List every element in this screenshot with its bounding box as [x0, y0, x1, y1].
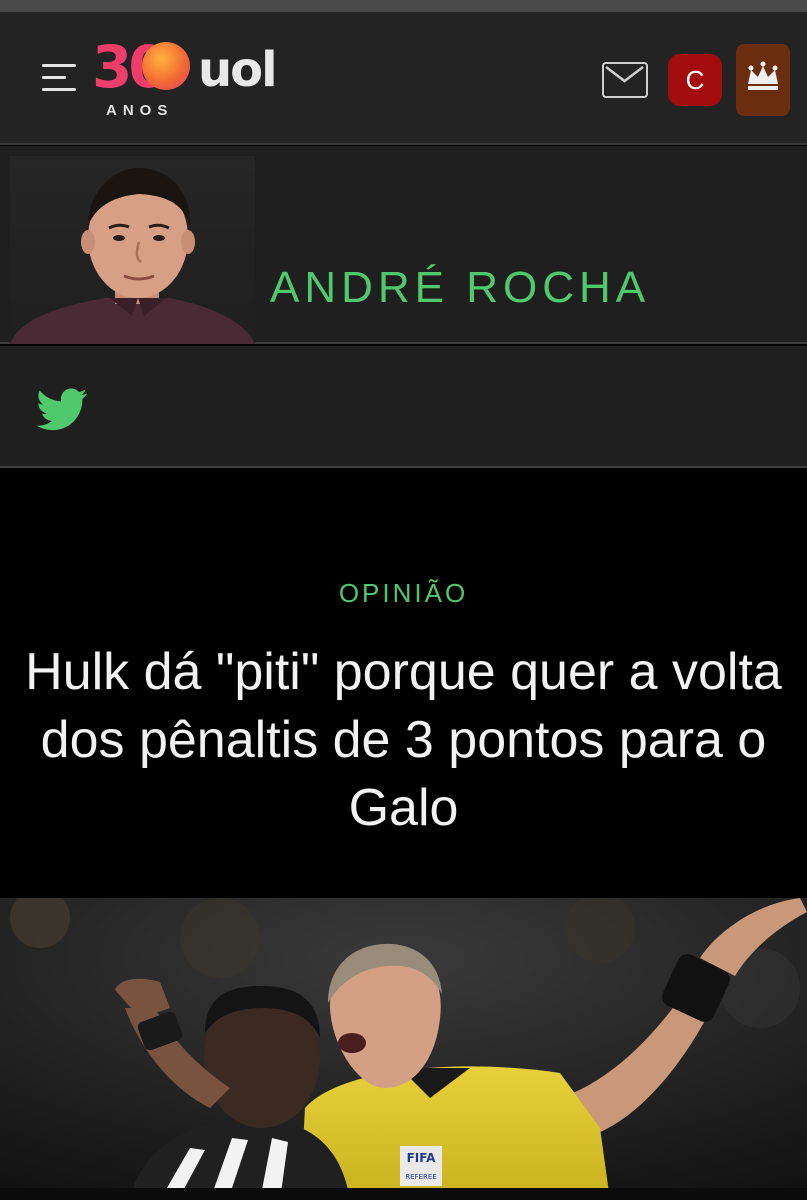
site-header: 30 uol ANOS C	[0, 0, 807, 145]
logo-subtitle: ANOS	[106, 102, 174, 119]
logo-brand: uol	[198, 42, 278, 98]
envelope-icon[interactable]	[602, 62, 648, 98]
twitter-icon[interactable]	[36, 388, 88, 432]
article-header: OPINIÃO Hulk dá "piti" porque quer a vol…	[0, 470, 807, 898]
fifa-badge-text: FIFA	[407, 1151, 436, 1165]
article-photo: FIFA REFEREE	[0, 898, 807, 1200]
article-kicker[interactable]: OPINIÃO	[0, 578, 807, 609]
uol-30-anos-logo[interactable]: 30 uol ANOS	[92, 38, 312, 122]
user-initial: C	[685, 65, 705, 95]
article-headline: Hulk dá "piti" porque quer a volta dos p…	[25, 643, 782, 837]
hamburger-menu-icon[interactable]	[42, 64, 76, 92]
author-banner: ANDRÉ ROCHA	[0, 146, 807, 344]
status-strip	[0, 0, 807, 12]
crown-icon[interactable]	[736, 44, 790, 116]
user-account-button[interactable]: C	[668, 54, 722, 106]
logo-circle	[142, 42, 190, 90]
author-social-links	[0, 346, 807, 468]
fifa-badge-subtext: REFEREE	[405, 1173, 436, 1181]
author-name[interactable]: ANDRÉ ROCHA	[270, 266, 650, 310]
author-photo[interactable]	[10, 156, 255, 344]
